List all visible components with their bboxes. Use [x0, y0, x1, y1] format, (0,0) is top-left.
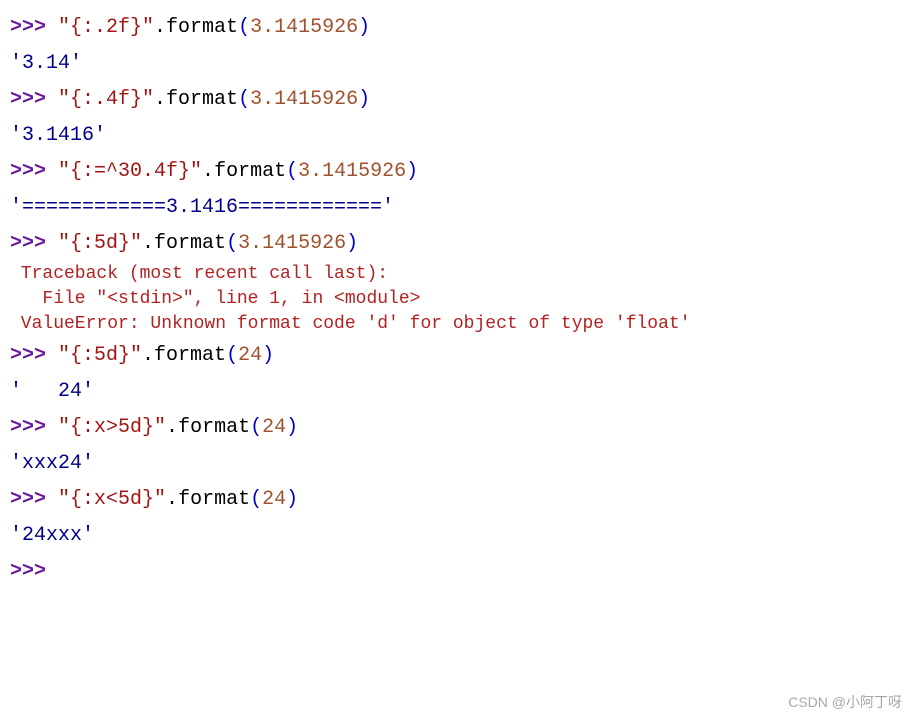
code-token-number: 24: [262, 416, 286, 439]
code-token-dot-call: .: [154, 88, 166, 111]
code-token-string: "{:x<5d}": [58, 488, 166, 511]
repl-prompt: >>>: [10, 560, 58, 583]
input-line: >>>: [10, 554, 904, 590]
input-line: >>> "{:.4f}".format(3.1415926): [10, 82, 904, 118]
error-line: File "<stdin>", line 1, in <module>: [10, 287, 904, 312]
input-line: >>> "{:5d}".format(24): [10, 338, 904, 374]
input-line: >>> "{:.2f}".format(3.1415926): [10, 10, 904, 46]
repl-prompt: >>>: [10, 416, 58, 439]
code-token-number: 3.1415926: [238, 232, 346, 255]
output-line: ' 24': [10, 374, 904, 410]
code-token-number: 24: [262, 488, 286, 511]
code-token-string: "{:.4f}": [58, 88, 154, 111]
code-token-paren: ): [358, 16, 370, 39]
output-line: '============3.1416============': [10, 190, 904, 226]
code-token-paren: (: [250, 416, 262, 439]
code-token-string: "{:.2f}": [58, 16, 154, 39]
error-line: ValueError: Unknown format code 'd' for …: [10, 312, 904, 337]
repl-prompt: >>>: [10, 344, 58, 367]
code-token-paren: ): [358, 88, 370, 111]
output-line: '3.1416': [10, 118, 904, 154]
code-token-paren: (: [250, 488, 262, 511]
code-token-dot-call: .: [166, 488, 178, 511]
code-token-paren: ): [286, 416, 298, 439]
input-line: >>> "{:5d}".format(3.1415926): [10, 226, 904, 262]
code-token-dot-call: .: [142, 232, 154, 255]
code-token-string: "{:x>5d}": [58, 416, 166, 439]
python-repl-terminal[interactable]: >>> "{:.2f}".format(3.1415926)'3.14'>>> …: [10, 10, 904, 590]
repl-prompt: >>>: [10, 160, 58, 183]
input-line: >>> "{:x>5d}".format(24): [10, 410, 904, 446]
code-token-paren: ): [346, 232, 358, 255]
code-token-paren: ): [406, 160, 418, 183]
code-token-method: format: [214, 160, 286, 183]
code-token-dot-call: .: [142, 344, 154, 367]
code-token-method: format: [154, 344, 226, 367]
repl-prompt: >>>: [10, 88, 58, 111]
code-token-number: 24: [238, 344, 262, 367]
code-token-method: format: [154, 232, 226, 255]
input-line: >>> "{:=^30.4f}".format(3.1415926): [10, 154, 904, 190]
output-line: 'xxx24': [10, 446, 904, 482]
code-token-method: format: [166, 88, 238, 111]
code-token-paren: (: [226, 344, 238, 367]
repl-prompt: >>>: [10, 16, 58, 39]
code-token-number: 3.1415926: [250, 88, 358, 111]
output-line: '3.14': [10, 46, 904, 82]
code-token-dot-call: .: [202, 160, 214, 183]
code-token-paren: ): [262, 344, 274, 367]
code-token-paren: ): [286, 488, 298, 511]
code-token-string: "{:5d}": [58, 232, 142, 255]
code-token-string: "{:=^30.4f}": [58, 160, 202, 183]
watermark-text: CSDN @小阿丁呀: [788, 690, 902, 715]
code-token-dot-call: .: [154, 16, 166, 39]
repl-prompt: >>>: [10, 488, 58, 511]
repl-prompt: >>>: [10, 232, 58, 255]
code-token-number: 3.1415926: [298, 160, 406, 183]
code-token-method: format: [178, 488, 250, 511]
output-line: '24xxx': [10, 518, 904, 554]
code-token-method: format: [166, 16, 238, 39]
code-token-paren: (: [238, 16, 250, 39]
code-token-paren: (: [286, 160, 298, 183]
code-token-method: format: [178, 416, 250, 439]
code-token-number: 3.1415926: [250, 16, 358, 39]
error-line: Traceback (most recent call last):: [10, 262, 904, 287]
code-token-string: "{:5d}": [58, 344, 142, 367]
input-line: >>> "{:x<5d}".format(24): [10, 482, 904, 518]
code-token-dot-call: .: [166, 416, 178, 439]
code-token-paren: (: [238, 88, 250, 111]
code-token-paren: (: [226, 232, 238, 255]
